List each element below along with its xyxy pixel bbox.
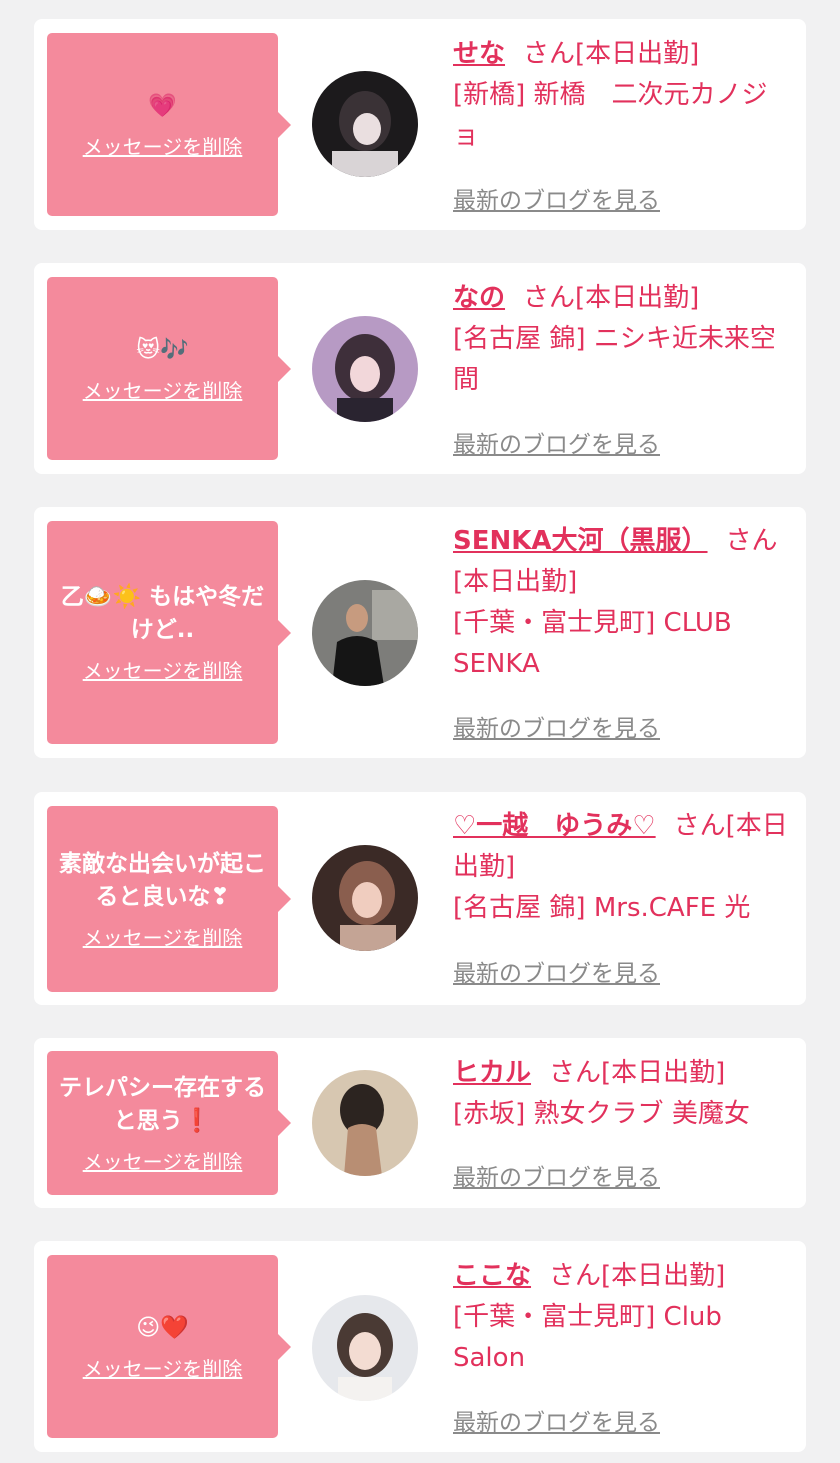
latest-blog-link[interactable]: 最新のブログを見る [453,1403,660,1437]
message-card: テレパシー存在すると思う❗ メッセージを削除 ヒカル さん[本日出勤] [赤坂] … [34,1038,806,1208]
girl-info: ♡一越 ゆうみ♡ さん[本日出勤] [名古屋 錦] Mrs.CAFE 光 [453,806,793,929]
message-bubble: 乙🍛☀️ もはや冬だけど.. メッセージを削除 [47,521,291,744]
delete-message-link[interactable]: メッセージを削除 [83,922,243,951]
message-text: 😻🎶 [136,336,189,363]
message-bubble: 😻🎶 メッセージを削除 [47,277,291,460]
message-bubble: 😉❤️ メッセージを削除 [47,1255,291,1438]
message-text: 😉❤️ [136,1314,189,1341]
avatar[interactable] [312,845,418,951]
message-bubble: 素敵な出会いが起こると良いな❣ メッセージを削除 [47,806,291,992]
message-card: 素敵な出会いが起こると良いな❣ メッセージを削除 ♡一越 ゆうみ♡ さん[本日出勤… [34,792,806,1005]
girl-name-link[interactable]: ここな [453,1261,531,1291]
shop-text: [名古屋 錦] Mrs.CAFE 光 [453,893,751,923]
message-card: 😻🎶 メッセージを削除 なの さん[本日出勤] [名古屋 錦] ニシキ近未来空間 … [34,263,806,474]
delete-message-link[interactable]: メッセージを削除 [83,1146,243,1175]
message-card: 乙🍛☀️ もはや冬だけど.. メッセージを削除 SENKA大河（黒服） さん[本日… [34,507,806,758]
message-bubble: テレパシー存在すると思う❗ メッセージを削除 [47,1051,291,1195]
latest-blog-link[interactable]: 最新のブログを見る [453,181,660,215]
status-text: さん[本日出勤] [523,283,700,313]
message-text: 素敵な出会いが起こると良いな❣ [59,850,266,910]
girl-name-link[interactable]: ヒカル [453,1058,531,1088]
latest-blog-link[interactable]: 最新のブログを見る [453,709,660,743]
avatar[interactable] [312,316,418,422]
latest-blog-link[interactable]: 最新のブログを見る [453,954,660,988]
girl-info: なの さん[本日出勤] [名古屋 錦] ニシキ近未来空間 [453,278,793,401]
avatar[interactable] [312,580,418,686]
avatar[interactable] [312,1295,418,1401]
status-text: さん[本日出勤] [523,39,700,69]
delete-message-link[interactable]: メッセージを削除 [83,131,243,160]
delete-message-link[interactable]: メッセージを削除 [83,375,243,404]
girl-info: せな さん[本日出勤] [新橋] 新橋 二次元カノジョ [453,34,793,157]
message-text: 乙🍛☀️ もはや冬だけど.. [60,584,265,643]
shop-text: [千葉・富士見町] CLUB SENKA [453,608,732,679]
status-text: さん[本日出勤] [549,1261,726,1291]
shop-text: [新橋] 新橋 二次元カノジョ [453,80,768,151]
delete-message-link[interactable]: メッセージを削除 [83,1353,243,1382]
shop-text: [赤坂] 熟女クラブ 美魔女 [453,1099,750,1129]
girl-name-link[interactable]: なの [453,283,505,313]
status-text: さん[本日出勤] [549,1058,726,1088]
latest-blog-link[interactable]: 最新のブログを見る [453,1158,660,1192]
girl-info: ヒカル さん[本日出勤] [赤坂] 熟女クラブ 美魔女 [453,1053,793,1135]
message-text: 💗 [148,92,177,119]
message-card: 💗 メッセージを削除 せな さん[本日出勤] [新橋] 新橋 二次元カノジョ 最新… [34,19,806,230]
girl-info: SENKA大河（黒服） さん[本日出勤] [千葉・富士見町] CLUB SENKA [453,521,793,685]
girl-name-link[interactable]: せな [453,39,505,69]
delete-message-link[interactable]: メッセージを削除 [83,655,243,684]
girl-name-link[interactable]: SENKA大河（黒服） [453,526,708,556]
latest-blog-link[interactable]: 最新のブログを見る [453,425,660,459]
shop-text: [千葉・富士見町] Club Salon [453,1302,722,1373]
message-text: テレパシー存在すると思う❗ [59,1074,266,1134]
avatar[interactable] [312,1070,418,1176]
girl-name-link[interactable]: ♡一越 ゆうみ♡ [453,811,656,841]
message-card: 😉❤️ メッセージを削除 ここな さん[本日出勤] [千葉・富士見町] Club … [34,1241,806,1452]
girl-info: ここな さん[本日出勤] [千葉・富士見町] Club Salon [453,1256,793,1379]
avatar[interactable] [312,71,418,177]
shop-text: [名古屋 錦] ニシキ近未来空間 [453,324,776,395]
message-bubble: 💗 メッセージを削除 [47,33,291,216]
